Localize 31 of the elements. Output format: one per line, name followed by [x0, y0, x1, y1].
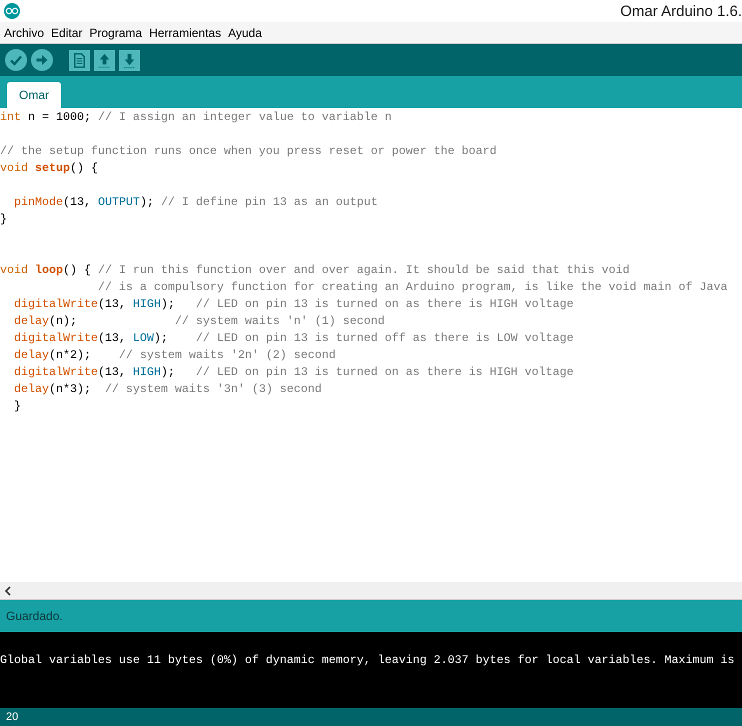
menu-item[interactable]: Programa: [89, 26, 142, 40]
code-line: // the setup function runs once when you press reset or power the board: [0, 143, 498, 160]
status-message: Guardado.: [6, 609, 63, 623]
open-button[interactable]: [94, 50, 115, 70]
scroll-left-icon[interactable]: [4, 586, 12, 596]
new-button[interactable]: [69, 50, 90, 70]
code-line: int n = 1000; // I assign an integer value to variable n: [0, 109, 393, 126]
file-tab[interactable]: Omar: [7, 82, 61, 108]
menu-item[interactable]: Herramientas: [149, 26, 222, 40]
code-line: void loop() { // I run this function over and over again. It should be said that this void: [0, 262, 631, 279]
code-line: digitalWrite(13, LOW); // LED on pin 13 is turned off as there is LOW voltage: [12, 330, 575, 347]
upload-button[interactable]: [31, 49, 53, 71]
window-title: Omar Arduino 1.6.: [620, 2, 742, 20]
save-button[interactable]: [119, 50, 140, 70]
code-line: }: [12, 398, 22, 415]
code-line: digitalWrite(13, HIGH); // LED on pin 13 is turned on as there is HIGH voltage: [12, 296, 575, 313]
code-line: void setup() {: [0, 160, 99, 177]
menu-item[interactable]: Ayuda: [228, 26, 262, 40]
menu-item[interactable]: Archivo: [4, 26, 44, 40]
code-line: delay(n*3); // system waits '3n' (3) second: [12, 381, 323, 398]
verify-button[interactable]: [5, 49, 27, 71]
console-line: Global variables use 11 bytes (0%) of dynamic memory, leaving 2.037 bytes for local variables. Maximum is: [0, 652, 736, 669]
code-line: delay(n*2); // system waits '2n' (2) second: [12, 347, 337, 364]
app-logo-icon: [4, 3, 20, 19]
menu-item[interactable]: Editar: [51, 26, 82, 40]
line-number: 20: [6, 711, 18, 723]
code-line: }: [0, 211, 8, 228]
code-line: pinMode(13, OUTPUT); // I define pin 13 as an output: [12, 194, 379, 211]
code-line: // is a compulsory function for creating an Arduino program, is like the void main of Java: [96, 279, 728, 296]
code-line: delay(n); // system waits 'n' (1) second: [12, 313, 386, 330]
code-line: digitalWrite(13, HIGH); // LED on pin 13 is turned on as there is HIGH voltage: [12, 364, 575, 381]
